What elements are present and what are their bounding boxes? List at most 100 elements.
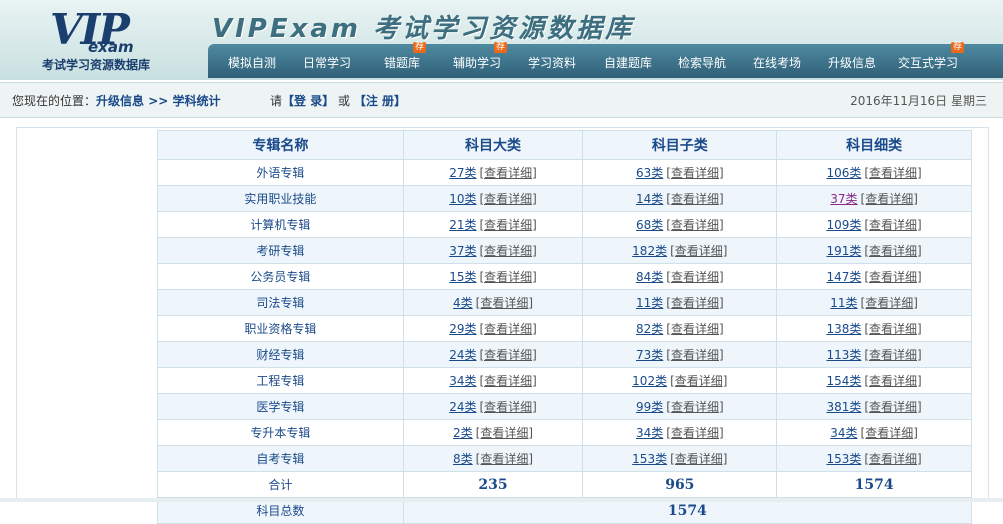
count-cell: 147类 [查看详细] — [776, 263, 972, 290]
view-detail-link[interactable]: [查看详细] — [864, 400, 921, 414]
nav-item-upgrade-info[interactable]: 升级信息 — [828, 54, 876, 71]
category-count-link[interactable]: 11类 — [636, 296, 663, 310]
category-count-link[interactable]: 37类 — [449, 244, 476, 258]
count-cell: 73类 [查看详细] — [582, 341, 778, 368]
category-count-link[interactable]: 147类 — [826, 270, 861, 284]
view-detail-link[interactable]: [查看详细] — [666, 270, 723, 284]
view-detail-link[interactable]: [查看详细] — [864, 452, 921, 466]
category-count-link[interactable]: 15类 — [449, 270, 476, 284]
count-cell: 21类 [查看详细] — [402, 211, 584, 238]
nav-item-materials[interactable]: 学习资料 — [528, 54, 576, 71]
view-detail-link[interactable]: [查看详细] — [480, 244, 537, 258]
category-count-link[interactable]: 24类 — [449, 348, 476, 362]
view-detail-link[interactable]: [查看详细] — [670, 374, 727, 388]
category-count-link[interactable]: 29类 — [449, 322, 476, 336]
nav-item-assist-study[interactable]: 辅助学习荐 — [453, 42, 508, 71]
view-detail-link[interactable]: [查看详细] — [864, 244, 921, 258]
breadcrumb-subject-stats[interactable]: 学科统计 — [173, 94, 221, 108]
album-name: 财经专辑 — [157, 341, 404, 368]
view-detail-link[interactable]: [查看详细] — [864, 374, 921, 388]
view-detail-link[interactable]: [查看详细] — [864, 348, 921, 362]
login-link[interactable]: 【登 录】 — [282, 94, 334, 108]
category-count-link[interactable]: 191类 — [826, 244, 861, 258]
recommend-badge: 荐 — [494, 42, 508, 53]
category-count-link[interactable]: 153类 — [826, 452, 861, 466]
view-detail-link[interactable]: [查看详细] — [666, 296, 723, 310]
category-count-link[interactable]: 109类 — [826, 218, 861, 232]
view-detail-link[interactable]: [查看详细] — [864, 218, 921, 232]
vip-logo[interactable]: VIP exam 考试学习资源数据库 — [40, 8, 190, 74]
view-detail-link[interactable]: [查看详细] — [670, 244, 727, 258]
view-detail-link[interactable]: [查看详细] — [666, 218, 723, 232]
category-count-link[interactable]: 34类 — [449, 374, 476, 388]
view-detail-link[interactable]: [查看详细] — [864, 166, 921, 180]
count-cell: 82类 [查看详细] — [582, 315, 778, 342]
view-detail-link[interactable]: [查看详细] — [480, 322, 537, 336]
view-detail-link[interactable]: [查看详细] — [480, 218, 537, 232]
count-cell: 37类 [查看详细] — [402, 237, 584, 264]
category-count-link[interactable]: 63类 — [636, 166, 663, 180]
view-detail-link[interactable]: [查看详细] — [864, 322, 921, 336]
category-count-link[interactable]: 14类 — [636, 192, 663, 206]
category-count-link[interactable]: 27类 — [449, 166, 476, 180]
category-count-link[interactable]: 10类 — [449, 192, 476, 206]
view-detail-link[interactable]: [查看详细] — [476, 426, 533, 440]
header-major-category: 科目大类 — [402, 130, 584, 160]
category-count-link[interactable]: 113类 — [826, 348, 861, 362]
view-detail-link[interactable]: [查看详细] — [666, 192, 723, 206]
category-count-link[interactable]: 106类 — [826, 166, 861, 180]
category-count-link[interactable]: 37类 — [830, 192, 857, 206]
category-count-link[interactable]: 138类 — [826, 322, 861, 336]
view-detail-link[interactable]: [查看详细] — [864, 270, 921, 284]
view-detail-link[interactable]: [查看详细] — [670, 452, 727, 466]
category-count-link[interactable]: 381类 — [826, 400, 861, 414]
view-detail-link[interactable]: [查看详细] — [861, 426, 918, 440]
category-count-link[interactable]: 82类 — [636, 322, 663, 336]
category-count-link[interactable]: 154类 — [826, 374, 861, 388]
view-detail-link[interactable]: [查看详细] — [666, 322, 723, 336]
view-detail-link[interactable]: [查看详细] — [480, 270, 537, 284]
location-bar: 您现在的位置：升级信息 >> 学科统计 请【登 录】 或 【注 册】 2016年… — [0, 82, 1003, 118]
recommend-badge: 荐 — [413, 42, 427, 53]
nav-item-search-nav[interactable]: 检索导航 — [678, 54, 726, 71]
category-count-link[interactable]: 99类 — [636, 400, 663, 414]
view-detail-link[interactable]: [查看详细] — [666, 400, 723, 414]
nav-item-daily-study[interactable]: 日常学习 — [303, 54, 351, 71]
category-count-link[interactable]: 24类 — [449, 400, 476, 414]
category-count-link[interactable]: 68类 — [636, 218, 663, 232]
view-detail-link[interactable]: [查看详细] — [480, 192, 537, 206]
category-count-link[interactable]: 73类 — [636, 348, 663, 362]
nav-item-online-exam[interactable]: 在线考场 — [753, 54, 801, 71]
category-count-link[interactable]: 11类 — [830, 296, 857, 310]
view-detail-link[interactable]: [查看详细] — [476, 452, 533, 466]
category-count-link[interactable]: 182类 — [632, 244, 667, 258]
nav-item-interactive[interactable]: 交互式学习荐 — [898, 42, 965, 71]
view-detail-link[interactable]: [查看详细] — [666, 426, 723, 440]
view-detail-link[interactable]: [查看详细] — [476, 296, 533, 310]
table-row: 公务员专辑 15类 [查看详细] 84类 [查看详细] 147类 [查看详细] — [157, 263, 972, 290]
category-count-link[interactable]: 21类 — [449, 218, 476, 232]
category-count-link[interactable]: 153类 — [632, 452, 667, 466]
table-row: 专升本专辑 2类 [查看详细] 34类 [查看详细] 34类 [查看详细] — [157, 419, 972, 446]
category-count-link[interactable]: 8类 — [453, 452, 473, 466]
view-detail-link[interactable]: [查看详细] — [666, 348, 723, 362]
category-count-link[interactable]: 102类 — [632, 374, 667, 388]
view-detail-link[interactable]: [查看详细] — [861, 296, 918, 310]
site-title: VIPExam 考试学习资源数据库 — [212, 14, 635, 44]
nav-item-custom-bank[interactable]: 自建题库 — [604, 54, 652, 71]
category-count-link[interactable]: 34类 — [830, 426, 857, 440]
nav-item-mock-test[interactable]: 模拟自测 — [228, 54, 276, 71]
register-link[interactable]: 【注 册】 — [354, 94, 406, 108]
nav-item-error-bank[interactable]: 错题库荐 — [384, 42, 427, 71]
breadcrumb-upgrade-info[interactable]: 升级信息 — [96, 94, 144, 108]
view-detail-link[interactable]: [查看详细] — [861, 192, 918, 206]
view-detail-link[interactable]: [查看详细] — [480, 374, 537, 388]
category-count-link[interactable]: 4类 — [453, 296, 473, 310]
category-count-link[interactable]: 34类 — [636, 426, 663, 440]
category-count-link[interactable]: 2类 — [453, 426, 473, 440]
view-detail-link[interactable]: [查看详细] — [666, 166, 723, 180]
view-detail-link[interactable]: [查看详细] — [480, 400, 537, 414]
view-detail-link[interactable]: [查看详细] — [480, 166, 537, 180]
category-count-link[interactable]: 84类 — [636, 270, 663, 284]
view-detail-link[interactable]: [查看详细] — [480, 348, 537, 362]
